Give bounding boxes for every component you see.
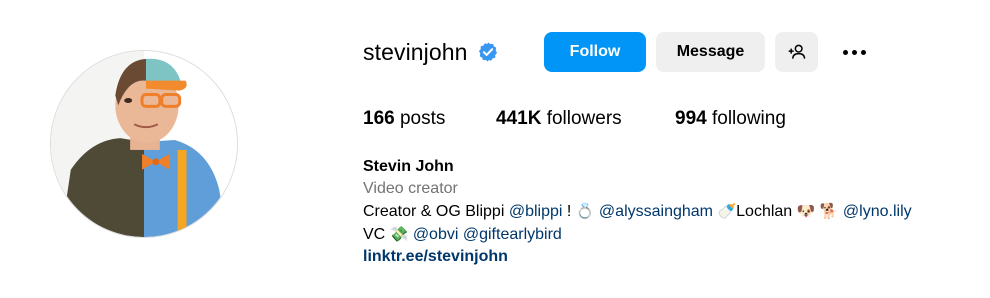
bio-line-1: Creator & OG Blippi @blippi ! 💍 @alyssai… (363, 200, 912, 223)
bio-text: Creator & OG Blippi (363, 203, 509, 220)
money-emoji-icon: 💸 (389, 225, 409, 243)
dog-emoji-icon: 🐕 (819, 202, 839, 220)
message-button[interactable]: Message (656, 32, 765, 72)
bio-text: VC (363, 226, 390, 243)
following-label: following (711, 108, 786, 129)
username: stevinjohn (363, 38, 468, 65)
verified-badge-icon (477, 41, 499, 63)
mention-link[interactable]: @giftearlybird (463, 226, 562, 243)
suggested-users-button[interactable] (775, 32, 818, 72)
add-user-icon (788, 44, 805, 59)
bio-text: Lochlan (736, 203, 797, 220)
mention-link[interactable]: @obvi (413, 226, 459, 243)
follow-button[interactable]: Follow (544, 32, 646, 72)
followers-number: 441K (496, 108, 542, 129)
category-label: Video creator (363, 180, 458, 197)
mention-link[interactable]: @alyssaingham (599, 203, 713, 220)
mention-link[interactable]: @lyno.lily (843, 203, 912, 220)
ring-emoji-icon: 💍 (575, 202, 595, 220)
more-options-icon[interactable] (835, 38, 873, 66)
followers-label: followers (546, 108, 622, 129)
following-number: 994 (675, 108, 707, 129)
profile-header: stevinjohn (363, 32, 499, 72)
posts-count: 166 posts (363, 108, 445, 130)
dog-face-emoji-icon: 🐶 (796, 202, 816, 220)
avatar-image (51, 51, 237, 237)
external-link[interactable]: linktr.ee/stevinjohn (363, 246, 912, 268)
following-link[interactable]: 994 following (675, 108, 786, 130)
posts-number: 166 (363, 108, 395, 129)
baby-bottle-emoji-icon: 🍼 (717, 202, 737, 220)
bio-line-2: VC 💸 @obvi @giftearlybird (363, 223, 912, 246)
profile-avatar[interactable] (50, 50, 238, 238)
bio-text: ! (562, 203, 576, 220)
mention-link[interactable]: @blippi (509, 203, 563, 220)
display-name: Stevin John (363, 158, 454, 175)
profile-bio: Stevin John Video creator Creator & OG B… (363, 156, 912, 268)
followers-link[interactable]: 441K followers (496, 108, 622, 130)
posts-label: posts (399, 108, 446, 129)
